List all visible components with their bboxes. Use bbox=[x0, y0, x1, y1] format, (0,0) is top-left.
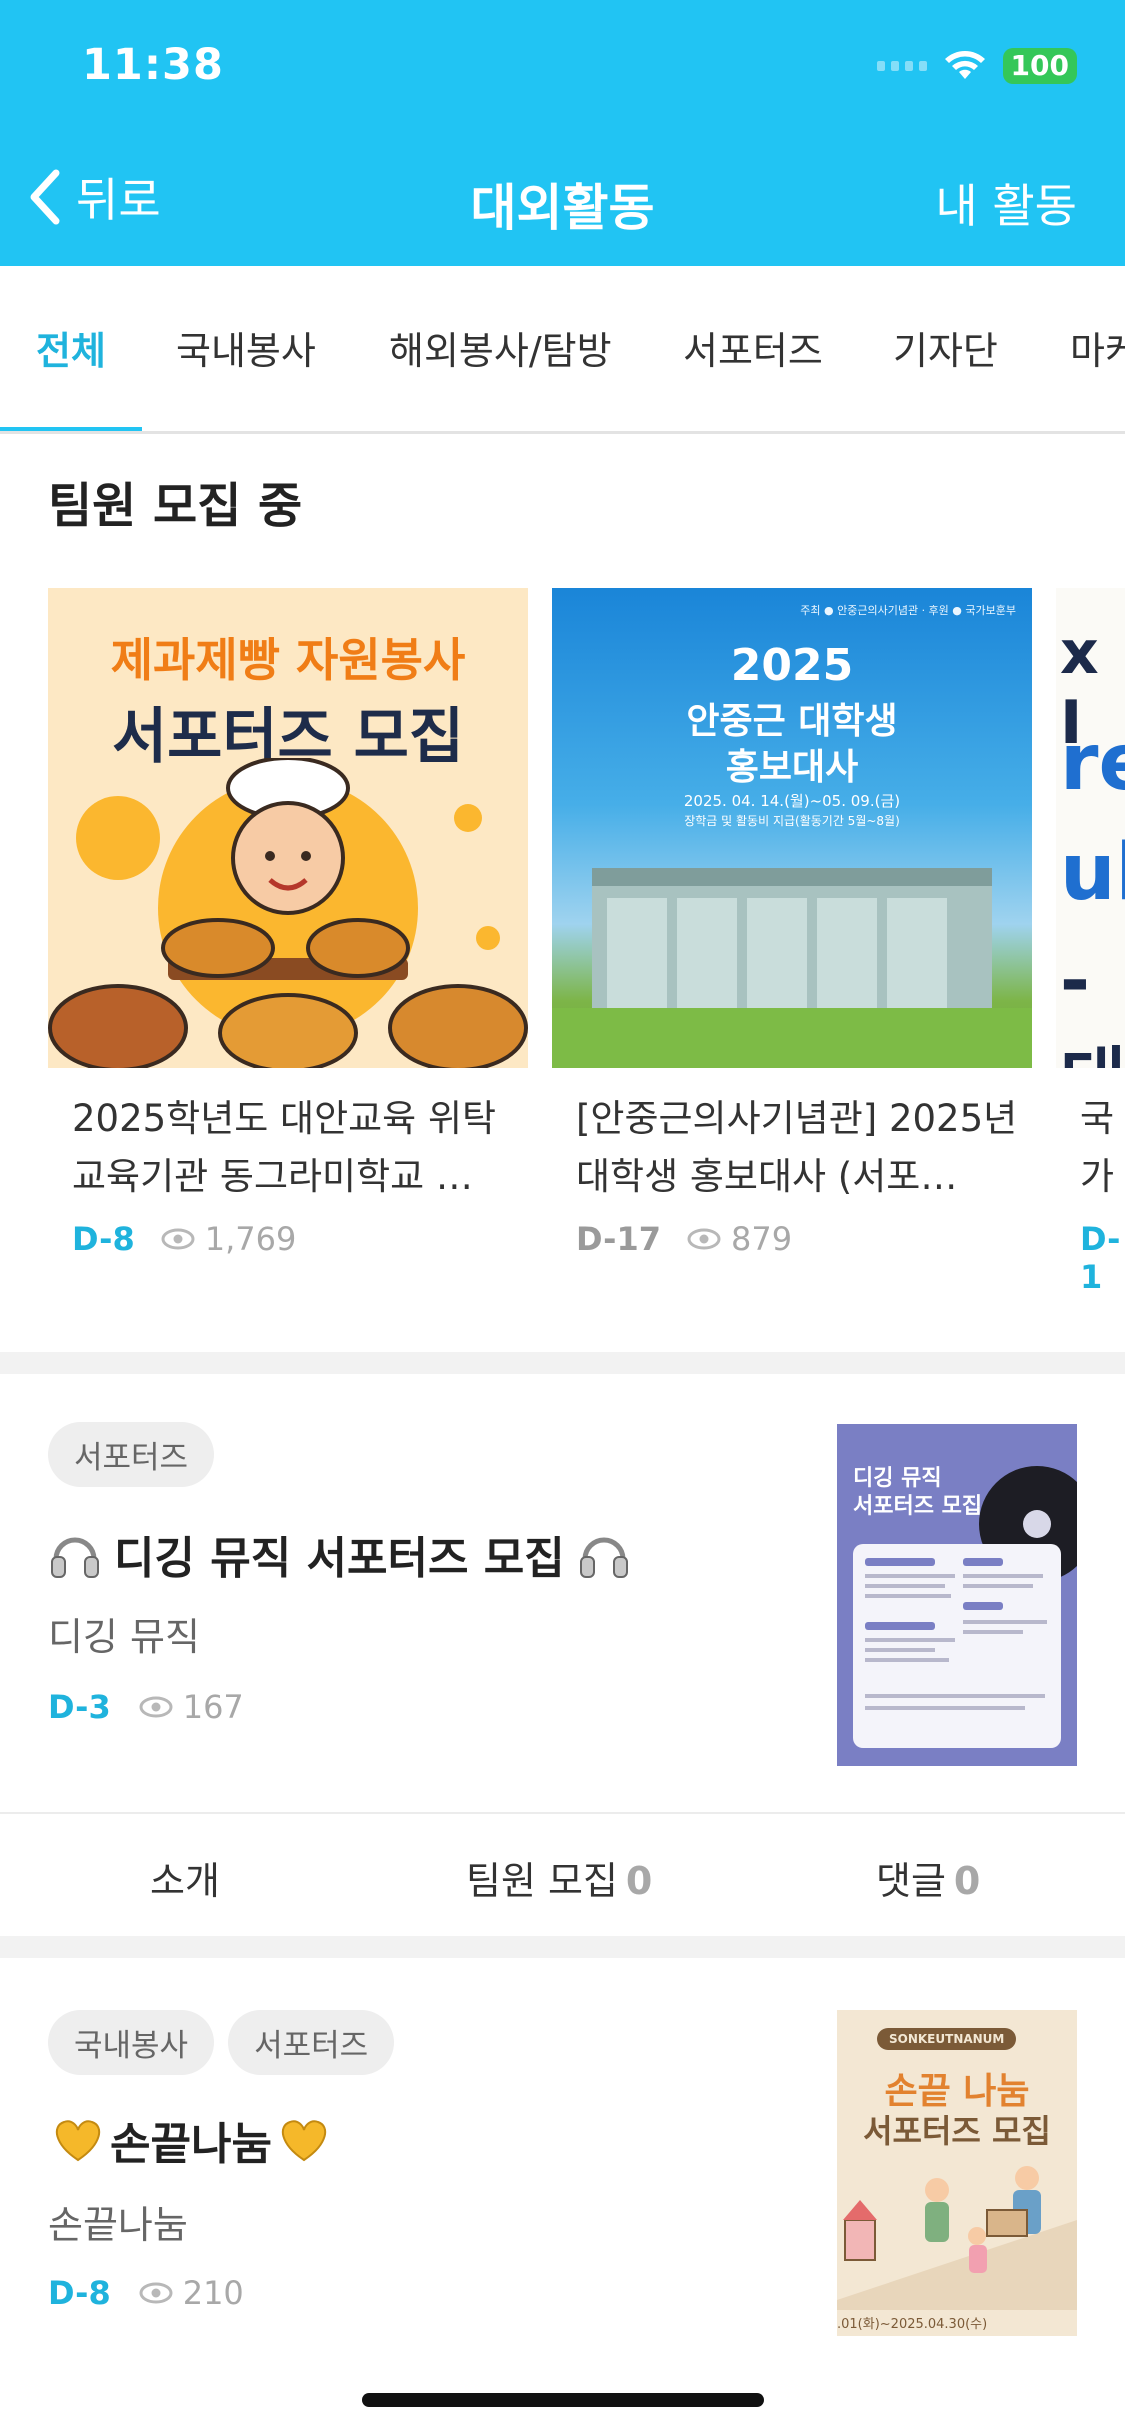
poster-text: 서포터즈 모집 bbox=[863, 2112, 1051, 2150]
dday-badge: D-17 bbox=[576, 1220, 661, 1258]
baker-illustration bbox=[48, 758, 528, 1068]
activity-item[interactable]: 국내봉사 서포터즈 손끝나눔 손끝나눔 D-8 210 SONKEUTNANUM… bbox=[0, 1958, 1125, 2378]
heart-hands-icon bbox=[281, 2120, 327, 2162]
poster-text: 홍보대사 bbox=[725, 747, 859, 788]
poster-text: 2025 bbox=[730, 640, 854, 691]
headphones-icon bbox=[51, 1537, 99, 1578]
tab-domestic-volunteer[interactable]: 국내봉사 bbox=[176, 320, 316, 375]
item-title-text: 디깅 뮤직 서포터즈 모집 bbox=[114, 1533, 565, 1584]
eye-icon bbox=[161, 1228, 195, 1250]
poster-text: ul bbox=[1060, 828, 1125, 918]
poster-text: re bbox=[1060, 718, 1125, 808]
dday-badge: D-1 bbox=[1080, 1220, 1121, 1296]
eye-icon bbox=[687, 1228, 721, 1250]
recruit-card[interactable]: 제과제빵 자원봉사 서포터즈 모집 2025학년도 대안교육 위탁 교육기관 동… bbox=[48, 588, 528, 1258]
tag-list: 국내봉사 서포터즈 bbox=[48, 2010, 395, 2075]
eye-icon bbox=[139, 2282, 173, 2304]
card-meta: D-1 bbox=[1056, 1220, 1125, 1296]
dday-badge: D-3 bbox=[48, 1688, 111, 1726]
tab-all[interactable]: 전체 bbox=[36, 320, 106, 375]
poster-text: 제과제빵 자원봉사 bbox=[110, 633, 466, 687]
status-time: 11:38 bbox=[82, 40, 224, 90]
wifi-icon bbox=[944, 51, 985, 79]
vinyl-record-illustration bbox=[853, 1466, 1077, 1748]
activity-item[interactable]: 서포터즈 디깅 뮤직 서포터즈 모집 디깅 뮤직 D-3 167 디깅 뮤직 서… bbox=[0, 1374, 1125, 1936]
status-indicators: 100 bbox=[876, 48, 1077, 84]
active-tab-indicator bbox=[0, 427, 142, 431]
nav-bar: 뒤로 대외활동 내 활동 bbox=[0, 150, 1125, 246]
category-tag: 서포터즈 bbox=[48, 1422, 215, 1487]
tab-supporters[interactable]: 서포터즈 bbox=[683, 320, 823, 375]
cellular-signal-icon bbox=[876, 61, 927, 71]
intro-tab-label: 소개 bbox=[150, 1859, 220, 1903]
section-divider bbox=[0, 1936, 1125, 1958]
view-count-value: 167 bbox=[182, 1688, 244, 1726]
comments-tab[interactable]: 댓글 0 bbox=[876, 1850, 980, 1905]
memorial-building-illustration bbox=[552, 868, 1032, 1068]
item-thumbnail: 디깅 뮤직 서포터즈 모집 bbox=[837, 1424, 1077, 1766]
tab-marketing[interactable]: 마케 bbox=[1070, 320, 1125, 375]
section-title: 팀원 모집 중 bbox=[48, 478, 303, 534]
view-count-value: 1,769 bbox=[204, 1220, 297, 1258]
home-indicator[interactable] bbox=[362, 2393, 764, 2407]
comments-tab-label: 댓글 bbox=[876, 1859, 946, 1903]
item-thumbnail: SONKEUTNANUM 손끝 나눔 서포터즈 모집 .01(화)~2025.0… bbox=[837, 2010, 1077, 2336]
view-count-value: 210 bbox=[182, 2274, 244, 2312]
item-meta: D-3 167 bbox=[48, 1688, 244, 1726]
card-title: 2025학년도 대안교육 위탁 교육기관 동그라미학교 … bbox=[72, 1097, 497, 1198]
my-activity-button[interactable]: 내 활동 bbox=[935, 170, 1077, 236]
poster-text: -대 bbox=[1060, 938, 1125, 1068]
card-thumbnail: 주최 ● 안중근의사기념관 · 후원 ● 국가보훈부 2025 안중근 대학생 … bbox=[552, 588, 1032, 1068]
view-count: 210 bbox=[139, 2274, 244, 2312]
item-title-text: 손끝나눔 bbox=[110, 2119, 272, 2170]
headphones-icon bbox=[579, 1537, 628, 1578]
dday-badge: D-8 bbox=[48, 2274, 111, 2312]
item-action-tabs: 소개 팀원 모집 0 댓글 0 bbox=[0, 1812, 1125, 1936]
category-tabs: 전체 국내봉사 해외봉사/탐방 서포터즈 기자단 마케 bbox=[0, 266, 1125, 434]
eye-icon bbox=[139, 1696, 173, 1718]
item-meta: D-8 210 bbox=[48, 2274, 244, 2312]
poster-text: 주최 ● 안중근의사기념관 · 후원 ● 국가보훈부 bbox=[800, 604, 1016, 617]
view-count: 1,769 bbox=[161, 1220, 297, 1258]
section-divider bbox=[0, 1352, 1125, 1374]
recruit-card[interactable]: 주최 ● 안중근의사기념관 · 후원 ● 국가보훈부 2025 안중근 대학생 … bbox=[552, 588, 1032, 1258]
poster-text: 2025. 04. 14.(월)~05. 09.(금) bbox=[683, 792, 901, 810]
item-title: 손끝나눔 bbox=[48, 2108, 334, 2172]
intro-tab[interactable]: 소개 bbox=[150, 1850, 220, 1905]
category-tag: 서포터즈 bbox=[228, 2010, 395, 2075]
tab-overseas-volunteer[interactable]: 해외봉사/탐방 bbox=[389, 320, 612, 375]
view-count: 167 bbox=[139, 1688, 244, 1726]
team-recruit-tab[interactable]: 팀원 모집 0 bbox=[466, 1850, 652, 1905]
tag-list: 서포터즈 bbox=[48, 1422, 215, 1487]
poster-text: 안중근 대학생 bbox=[686, 701, 898, 742]
top-header: 11:38 100 뒤로 대외활동 내 활동 bbox=[0, 0, 1125, 266]
view-count-value: 879 bbox=[730, 1220, 793, 1258]
item-organizer: 디깅 뮤직 bbox=[48, 1615, 200, 1659]
card-thumbnail: x I re ul -대 bbox=[1056, 588, 1125, 1068]
category-tag: 국내봉사 bbox=[48, 2010, 215, 2075]
team-recruit-count: 0 bbox=[625, 1859, 653, 1903]
poster-text: 장학금 및 활동비 지급(활동기간 5월~8월) bbox=[684, 814, 900, 828]
card-thumbnail: 제과제빵 자원봉사 서포터즈 모집 bbox=[48, 588, 528, 1068]
poster-text: SONKEUTNANUM bbox=[877, 2028, 1017, 2050]
item-title: 디깅 뮤직 서포터즈 모집 bbox=[48, 1522, 631, 1586]
volunteers-illustration bbox=[837, 2166, 1077, 2310]
card-title: [안중근의사기념관] 2025년 대학생 홍보대사 (서포… bbox=[576, 1097, 1018, 1198]
poster-text: .01(화)~2025.04.30(수) bbox=[837, 2317, 988, 2332]
card-meta: D-17 879 bbox=[552, 1220, 1032, 1258]
card-meta: D-8 1,769 bbox=[48, 1220, 528, 1258]
team-recruit-tab-label: 팀원 모집 bbox=[466, 1859, 618, 1903]
card-title: 국가 로그 bbox=[1080, 1097, 1115, 1198]
recruit-card[interactable]: x I re ul -대 국가 로그 D-1 bbox=[1056, 588, 1125, 1296]
view-count: 879 bbox=[687, 1220, 792, 1258]
item-organizer: 손끝나눔 bbox=[48, 2203, 188, 2247]
tab-reporters[interactable]: 기자단 bbox=[893, 320, 998, 375]
heart-hands-icon bbox=[55, 2120, 101, 2162]
comments-count: 0 bbox=[953, 1859, 981, 1903]
dday-badge: D-8 bbox=[72, 1220, 135, 1258]
battery-indicator: 100 bbox=[1002, 48, 1077, 84]
